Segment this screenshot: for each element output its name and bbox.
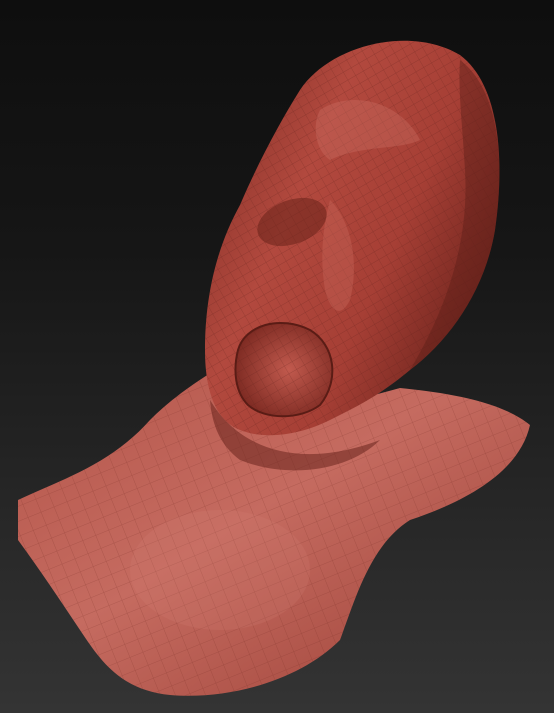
3d-viewport-canvas[interactable]: [0, 0, 554, 713]
head-mesh: [205, 40, 500, 436]
sculpt-mesh-render[interactable]: [0, 0, 554, 713]
